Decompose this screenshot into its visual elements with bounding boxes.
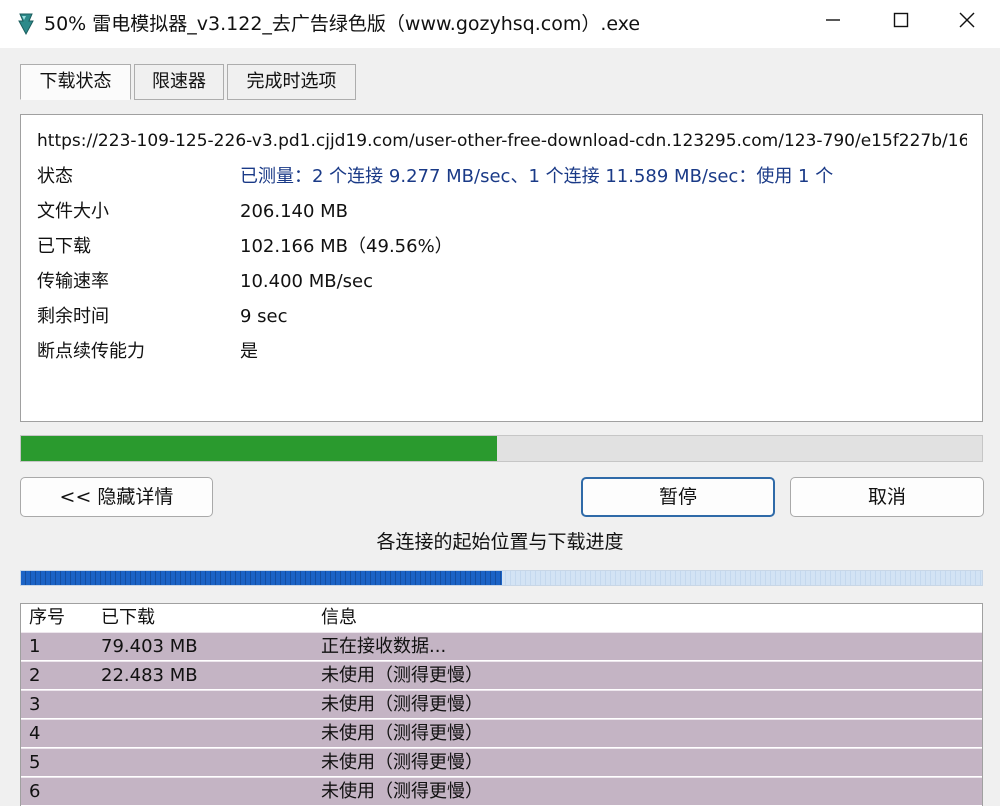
row-no: 1 — [29, 636, 41, 657]
connection-segments-bar — [20, 570, 983, 586]
download-details-panel: https://223-109-125-226-v3.pd1.cjjd19.co… — [20, 114, 983, 422]
row-no: 5 — [29, 752, 41, 773]
title-bar: 50% 雷电模拟器_v3.122_去广告绿色版（www.gozyhsq.com）… — [0, 0, 1000, 48]
resume-capability-row: 断点续传能力 是 — [37, 338, 967, 366]
column-header-no[interactable]: 序号 — [29, 604, 65, 631]
row-no: 2 — [29, 665, 41, 686]
remaining-time-row: 剩余时间 9 sec — [37, 303, 967, 331]
maximize-icon — [892, 11, 910, 33]
download-progress-fill — [21, 436, 498, 461]
downloaded-row: 已下载 102.166 MB（49.56%） — [37, 233, 967, 261]
download-url: https://223-109-125-226-v3.pd1.cjjd19.co… — [37, 131, 967, 151]
row-downloaded: 79.403 MB — [101, 636, 198, 657]
row-info: 未使用（测得更慢） — [321, 665, 483, 686]
table-row[interactable]: 5 未使用（测得更慢） — [21, 748, 982, 776]
window-title: 50% 雷电模拟器_v3.122_去广告绿色版（www.gozyhsq.com）… — [44, 13, 641, 35]
speed-row: 传输速率 10.400 MB/sec — [37, 268, 967, 296]
hide-details-button[interactable]: << 隐藏详情 — [20, 477, 213, 517]
column-header-downloaded[interactable]: 已下载 — [101, 604, 155, 631]
status-value: 已测量：2 个连接 9.277 MB/sec、1 个连接 11.589 MB/s… — [240, 166, 834, 187]
row-info: 未使用（测得更慢） — [321, 781, 483, 802]
connections-heading: 各连接的起始位置与下载进度 — [376, 531, 624, 553]
table-row[interactable]: 2 22.483 MB 未使用（测得更慢） — [21, 661, 982, 689]
tab-on-complete-options[interactable]: 完成时选项 — [227, 64, 356, 100]
row-info: 正在接收数据... — [321, 636, 447, 657]
download-app-icon — [14, 12, 38, 36]
close-icon — [958, 11, 976, 33]
minimize-button[interactable] — [800, 0, 866, 44]
row-no: 6 — [29, 781, 41, 802]
connection-segments-fill — [21, 571, 502, 585]
table-row[interactable]: 1 79.403 MB 正在接收数据... — [21, 632, 982, 660]
speed-value: 10.400 MB/sec — [240, 271, 373, 292]
download-progress-bar — [20, 435, 983, 462]
remaining-time-value: 9 sec — [240, 306, 288, 327]
cancel-button[interactable]: 取消 — [790, 477, 984, 517]
row-downloaded: 22.483 MB — [101, 665, 198, 686]
row-info: 未使用（测得更慢） — [321, 694, 483, 715]
row-no: 3 — [29, 694, 41, 715]
table-header: 序号 已下载 信息 — [21, 604, 982, 632]
status-label: 状态 — [37, 166, 73, 187]
connections-table: 序号 已下载 信息 1 79.403 MB 正在接收数据... 2 22.483… — [20, 603, 983, 806]
resume-capability-value: 是 — [240, 341, 258, 362]
resume-capability-label: 断点续传能力 — [37, 341, 145, 362]
close-button[interactable] — [934, 0, 1000, 44]
row-info: 未使用（测得更慢） — [321, 752, 483, 773]
table-row[interactable]: 4 未使用（测得更慢） — [21, 719, 982, 747]
status-row: 状态 已测量：2 个连接 9.277 MB/sec、1 个连接 11.589 M… — [37, 163, 967, 191]
table-row[interactable]: 6 未使用（测得更慢） — [21, 777, 982, 805]
file-size-row: 文件大小 206.140 MB — [37, 198, 967, 226]
row-no: 4 — [29, 723, 41, 744]
file-size-value: 206.140 MB — [240, 201, 349, 222]
table-row[interactable]: 3 未使用（测得更慢） — [21, 690, 982, 718]
tab-download-status[interactable]: 下载状态 — [20, 64, 131, 100]
minimize-icon — [824, 11, 842, 33]
maximize-button[interactable] — [868, 0, 934, 44]
speed-label: 传输速率 — [37, 271, 109, 292]
tab-speed-limiter[interactable]: 限速器 — [134, 64, 224, 100]
pause-button[interactable]: 暂停 — [581, 477, 775, 517]
downloaded-label: 已下载 — [37, 236, 91, 257]
downloaded-value: 102.166 MB（49.56%） — [240, 236, 453, 257]
row-info: 未使用（测得更慢） — [321, 723, 483, 744]
remaining-time-label: 剩余时间 — [37, 306, 109, 327]
file-size-label: 文件大小 — [37, 201, 109, 222]
column-header-info[interactable]: 信息 — [321, 604, 357, 631]
